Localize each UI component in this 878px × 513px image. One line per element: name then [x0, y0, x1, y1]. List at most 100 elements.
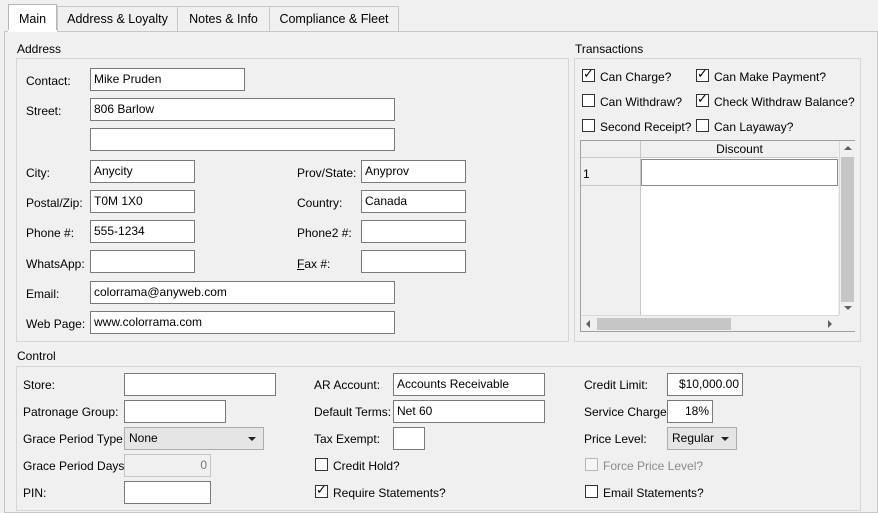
- tab-address-loyalty[interactable]: Address & Loyalty: [57, 6, 178, 31]
- pin-input[interactable]: [124, 481, 211, 504]
- email-input[interactable]: colorrama@anyweb.com: [90, 281, 395, 304]
- price-level-value: Regular: [672, 431, 715, 445]
- postal-zip-input[interactable]: T0M 1X0: [90, 190, 195, 213]
- require-statements-check-icon: ✓: [316, 483, 327, 498]
- credit-hold-label: Credit Hold?: [333, 459, 400, 473]
- can-charge-label: Can Charge?: [600, 70, 672, 84]
- ar-account-label: AR Account:: [314, 378, 381, 392]
- email-label: Email:: [26, 287, 60, 301]
- email-statements-checkbox[interactable]: [585, 485, 598, 498]
- transactions-group-title: Transactions: [575, 42, 644, 56]
- tab-main[interactable]: Main: [8, 4, 57, 32]
- whatsapp-label: WhatsApp:: [26, 257, 85, 271]
- second-receipt-checkbox[interactable]: [582, 119, 595, 132]
- price-level-select[interactable]: Regular: [667, 427, 737, 450]
- store-input[interactable]: [124, 373, 276, 396]
- service-charge-label: Service Charge:: [584, 405, 671, 419]
- horizontal-scrollbar[interactable]: [581, 315, 839, 331]
- vertical-scrollbar[interactable]: [839, 141, 855, 315]
- credit-hold-checkbox[interactable]: [315, 458, 328, 471]
- can-withdraw-checkbox[interactable]: [582, 94, 595, 107]
- street-input[interactable]: 806 Barlow: [90, 98, 395, 121]
- chevron-down-icon: [248, 437, 256, 441]
- city-input[interactable]: Anycity: [90, 160, 195, 183]
- active-tab-joint: [8, 30, 57, 32]
- chevron-down-icon: [721, 437, 729, 441]
- phone-input[interactable]: 555-1234: [90, 220, 195, 243]
- tab-compliance-fleet-label: Compliance & Fleet: [279, 12, 389, 26]
- tax-exempt-input[interactable]: [393, 427, 425, 450]
- scroll-down-arrow-icon[interactable]: [844, 306, 852, 310]
- street2-input[interactable]: [90, 128, 395, 151]
- vertical-scroll-thumb[interactable]: [841, 157, 854, 302]
- can-layaway-label: Can Layaway?: [714, 120, 794, 134]
- country-label: Country:: [297, 196, 343, 210]
- discount-column-header[interactable]: Discount: [641, 141, 838, 158]
- grace-period-type-select[interactable]: None: [124, 427, 264, 450]
- address-group-title: Address: [17, 42, 62, 56]
- patronage-group-label: Patronage Group:: [23, 405, 119, 419]
- fax-input[interactable]: [361, 250, 466, 273]
- second-receipt-label: Second Receipt?: [600, 120, 692, 134]
- phone-label: Phone #:: [26, 226, 75, 240]
- tab-main-label: Main: [18, 11, 47, 26]
- price-level-label: Price Level:: [584, 432, 647, 446]
- grid-corner-header: [581, 141, 641, 158]
- prov-state-label: Prov/State:: [297, 166, 357, 180]
- can-layaway-checkbox[interactable]: [696, 119, 709, 132]
- store-label: Store:: [23, 378, 56, 392]
- can-charge-checkbox[interactable]: ✓: [582, 67, 595, 82]
- webpage-input[interactable]: www.colorrama.com: [90, 311, 395, 334]
- phone2-input[interactable]: [361, 220, 466, 243]
- discount-grid[interactable]: Discount 1: [580, 140, 855, 332]
- scroll-corner: [839, 315, 855, 331]
- tab-address-loyalty-label: Address & Loyalty: [67, 12, 168, 26]
- credit-limit-label: Credit Limit:: [584, 378, 649, 392]
- tab-notes-info[interactable]: Notes & Info: [177, 6, 270, 31]
- postal-zip-label: Postal/Zip:: [26, 196, 83, 210]
- can-make-payment-checkbox[interactable]: ✓: [696, 67, 709, 82]
- require-statements-checkbox[interactable]: ✓: [315, 483, 328, 498]
- country-input[interactable]: Canada: [361, 190, 466, 213]
- credit-limit-input[interactable]: $10,000.00: [667, 373, 743, 396]
- fax-label: Fax #:: [297, 257, 330, 271]
- city-label: City:: [26, 166, 50, 180]
- discount-cell-1[interactable]: [641, 159, 838, 186]
- street-label: Street:: [26, 104, 62, 118]
- prov-state-input[interactable]: Anyprov: [361, 160, 466, 183]
- can-withdraw-label: Can Withdraw?: [600, 95, 683, 109]
- control-group-title: Control: [17, 349, 56, 363]
- check-withdraw-balance-check-icon: ✓: [697, 92, 708, 107]
- default-terms-label: Default Terms:: [314, 405, 392, 419]
- scroll-left-arrow-icon[interactable]: [586, 320, 590, 328]
- grace-period-days-input[interactable]: 0: [124, 454, 211, 477]
- contact-input[interactable]: Mike Pruden: [90, 68, 245, 91]
- check-withdraw-balance-label: Check Withdraw Balance?: [714, 95, 855, 109]
- contact-label: Contact:: [26, 74, 71, 88]
- default-terms-input[interactable]: Net 60: [393, 400, 545, 423]
- pin-label: PIN:: [23, 486, 47, 500]
- service-charge-input[interactable]: 18%: [667, 400, 713, 423]
- scroll-up-arrow-icon[interactable]: [844, 146, 852, 150]
- whatsapp-input[interactable]: [90, 250, 195, 273]
- ar-account-input[interactable]: Accounts Receivable: [393, 373, 545, 396]
- webpage-label: Web Page:: [26, 317, 86, 331]
- tab-compliance-fleet[interactable]: Compliance & Fleet: [269, 6, 399, 31]
- scroll-right-arrow-icon[interactable]: [828, 320, 832, 328]
- force-price-level-checkbox[interactable]: [585, 458, 598, 471]
- can-make-payment-check-icon: ✓: [697, 67, 708, 82]
- email-statements-label: Email Statements?: [603, 486, 704, 500]
- grace-period-type-label: Grace Period Type:: [23, 432, 127, 446]
- row-header-1[interactable]: 1: [581, 158, 641, 186]
- require-statements-label: Require Statements?: [333, 486, 446, 500]
- can-make-payment-label: Can Make Payment?: [714, 70, 827, 84]
- tax-exempt-label: Tax Exempt:: [314, 432, 381, 446]
- phone2-label: Phone2 #:: [297, 226, 352, 240]
- check-withdraw-balance-checkbox[interactable]: ✓: [696, 92, 709, 107]
- tab-notes-info-label: Notes & Info: [189, 12, 258, 26]
- horizontal-scroll-thumb[interactable]: [597, 318, 731, 330]
- grace-period-days-label: Grace Period Days:: [23, 459, 128, 473]
- grace-period-type-value: None: [129, 431, 158, 445]
- patronage-group-input[interactable]: [124, 400, 226, 423]
- fax-label-rest: ax #:: [304, 257, 331, 271]
